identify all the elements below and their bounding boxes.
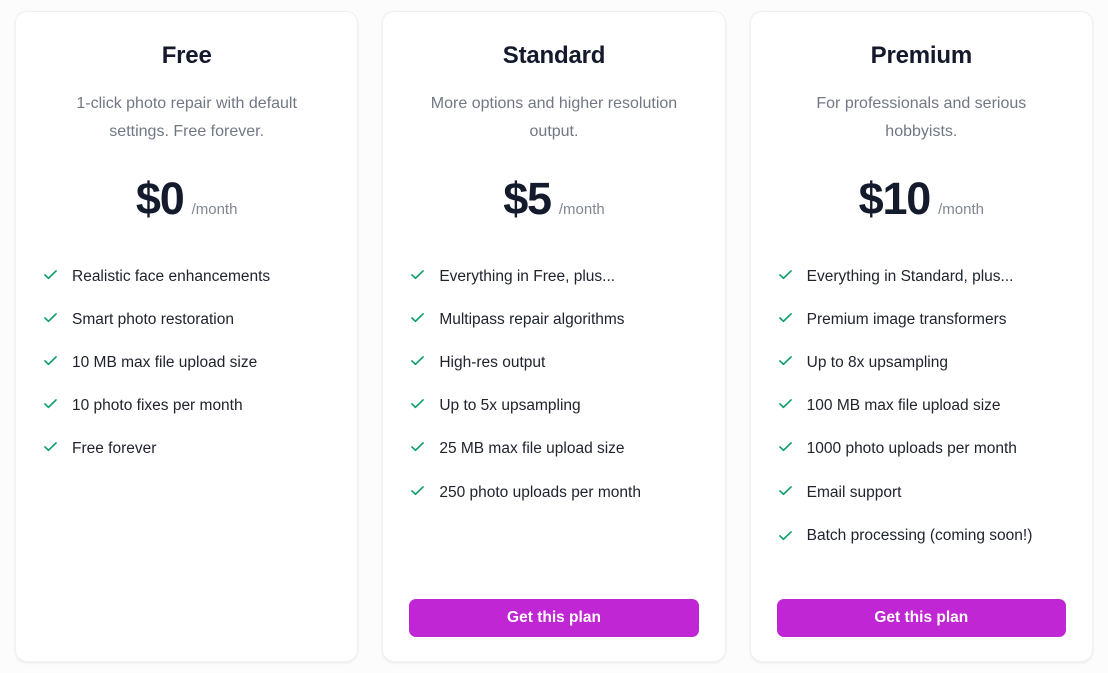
- check-icon: [778, 270, 792, 280]
- feature-item: Free forever: [42, 427, 331, 470]
- feature-item: Up to 8x upsampling: [777, 341, 1066, 384]
- plan-price-period: /month: [191, 200, 238, 218]
- feature-label: Everything in Standard, plus...: [806, 267, 1014, 285]
- feature-item: Realistic face enhancements: [42, 255, 331, 298]
- feature-label: Email support: [806, 483, 902, 501]
- card-spacer: [42, 471, 331, 637]
- plan-price-amount: $0: [135, 172, 185, 224]
- feature-label: Multipass repair algorithms: [439, 311, 625, 329]
- check-icon: [411, 270, 425, 280]
- check-icon: [411, 442, 425, 452]
- plan-subtitle: 1-click photo repair with default settin…: [76, 94, 297, 141]
- plan-card-standard: Standard More options and higher resolut…: [382, 11, 726, 662]
- plan-price-period: /month: [558, 200, 605, 218]
- feature-label: Realistic face enhancements: [72, 267, 271, 285]
- check-icon: [411, 399, 425, 409]
- feature-item: Smart photo restoration: [42, 298, 331, 341]
- feature-item: 250 photo uploads per month: [409, 471, 698, 514]
- feature-label: 25 MB max file upload size: [439, 440, 625, 458]
- get-this-plan-button-standard[interactable]: Get this plan: [409, 599, 699, 637]
- feature-item: Premium image transformers: [777, 298, 1066, 341]
- feature-item: Everything in Standard, plus...: [777, 255, 1066, 298]
- plan-title: Free: [161, 42, 212, 69]
- card-spacer: [409, 514, 698, 599]
- feature-label: 1000 photo uploads per month: [806, 440, 1017, 458]
- feature-item: 1000 photo uploads per month: [777, 427, 1066, 470]
- check-icon: [778, 485, 792, 495]
- plan-subtitle: For professionals and serious hobbyists.: [816, 94, 1027, 141]
- feature-item: 25 MB max file upload size: [409, 427, 698, 470]
- check-icon: [778, 442, 792, 452]
- pricing-plans-grid: Free 1-click photo repair with default s…: [0, 0, 1108, 673]
- feature-label: Smart photo restoration: [72, 311, 234, 329]
- feature-label: 10 MB max file upload size: [72, 354, 258, 372]
- check-icon: [778, 399, 792, 409]
- check-icon: [44, 399, 57, 409]
- plan-price-amount: $5: [503, 172, 552, 224]
- feature-label: 100 MB max file upload size: [806, 397, 1001, 415]
- feature-item: Up to 5x upsampling: [409, 384, 698, 427]
- check-icon: [44, 442, 57, 452]
- check-icon: [44, 313, 57, 323]
- plan-price-period: /month: [938, 200, 984, 218]
- check-icon: [411, 356, 425, 366]
- plan-feature-list: Everything in Free, plus... Multipass re…: [409, 255, 698, 514]
- plan-card-premium: Premium For professionals and serious ho…: [749, 11, 1093, 662]
- plan-title: Standard: [502, 42, 606, 69]
- plan-subtitle: More options and higher resolution outpu…: [430, 94, 678, 141]
- feature-label: Everything in Free, plus...: [439, 267, 616, 285]
- feature-label: 250 photo uploads per month: [439, 483, 641, 501]
- feature-label: 10 photo fixes per month: [72, 397, 243, 415]
- check-icon: [778, 356, 792, 366]
- feature-item: 10 MB max file upload size: [42, 341, 331, 384]
- feature-item: Multipass repair algorithms: [409, 298, 698, 341]
- check-icon: [411, 313, 425, 323]
- check-icon: [778, 313, 792, 323]
- plan-title: Premium: [870, 42, 973, 69]
- plan-price-row: $0 /month: [42, 172, 331, 224]
- plan-card-free: Free 1-click photo repair with default s…: [15, 11, 359, 662]
- check-icon: [778, 530, 792, 540]
- feature-item: Everything in Free, plus...: [409, 255, 698, 298]
- plan-price-row: $10 /month: [777, 172, 1066, 224]
- feature-label: Up to 5x upsampling: [439, 397, 581, 415]
- get-this-plan-button-premium[interactable]: Get this plan: [776, 599, 1066, 637]
- feature-label: Free forever: [72, 440, 157, 458]
- plan-feature-list: Realistic face enhancements Smart photo …: [42, 255, 331, 471]
- check-icon: [411, 485, 425, 495]
- feature-item: 10 photo fixes per month: [42, 384, 331, 427]
- feature-label: Premium image transformers: [806, 311, 1007, 329]
- plan-price-row: $5 /month: [409, 172, 698, 224]
- feature-item: High-res output: [409, 341, 698, 384]
- plan-feature-list: Everything in Standard, plus... Premium …: [777, 255, 1066, 557]
- feature-item: Email support: [777, 471, 1066, 514]
- feature-label: High-res output: [439, 354, 546, 372]
- check-icon: [44, 356, 57, 366]
- check-icon: [44, 270, 57, 280]
- plan-price-amount: $10: [858, 172, 932, 224]
- feature-label: Up to 8x upsampling: [806, 354, 948, 372]
- feature-label: Batch processing (coming soon!): [806, 526, 1033, 544]
- feature-item: 100 MB max file upload size: [777, 384, 1066, 427]
- card-spacer: [777, 557, 1066, 599]
- feature-item: Batch processing (coming soon!): [777, 514, 1066, 557]
